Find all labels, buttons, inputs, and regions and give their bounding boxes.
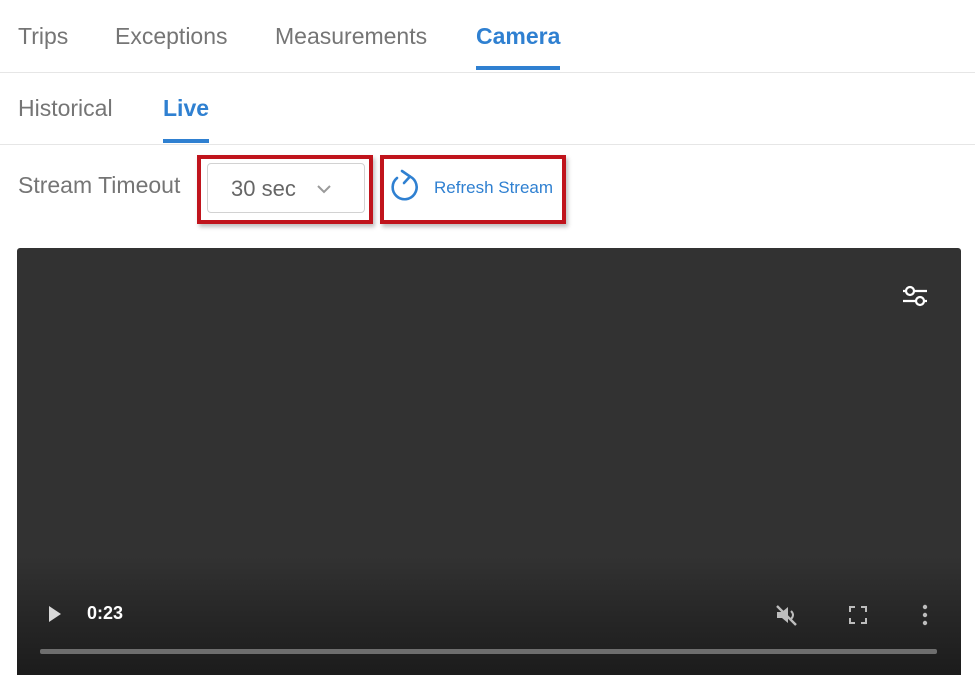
fullscreen-icon[interactable] [848,605,868,630]
refresh-stream-button[interactable]: Refresh Stream [388,166,562,212]
live-video-player[interactable]: 0:23 [17,248,961,675]
mute-icon[interactable] [774,603,800,632]
tab-live[interactable]: Live [163,73,210,144]
tab-camera[interactable]: Camera [476,0,561,72]
chevron-down-icon [316,182,332,200]
video-progress-bar[interactable] [40,649,937,654]
settings-sliders-icon[interactable] [901,283,929,314]
stream-timeout-value: 30 sec [231,176,296,201]
play-icon[interactable] [47,605,63,628]
more-vert-icon[interactable] [920,603,930,632]
sub-tabs: Historical Live [0,73,975,145]
main-tabs: Trips Exceptions Measurements Camera [0,0,975,73]
stream-timeout-select[interactable]: 30 sec [207,163,365,213]
tab-measurements[interactable]: Measurements [275,0,427,72]
tab-historical[interactable]: Historical [18,73,113,144]
stream-timeout-label: Stream Timeout [18,172,181,198]
tab-trips[interactable]: Trips [18,0,68,72]
refresh-stream-label: Refresh Stream [434,178,554,197]
refresh-icon [388,169,422,212]
tab-exceptions[interactable]: Exceptions [115,0,228,72]
video-time-display: 0:23 [87,603,124,623]
controls-gradient [17,555,961,675]
